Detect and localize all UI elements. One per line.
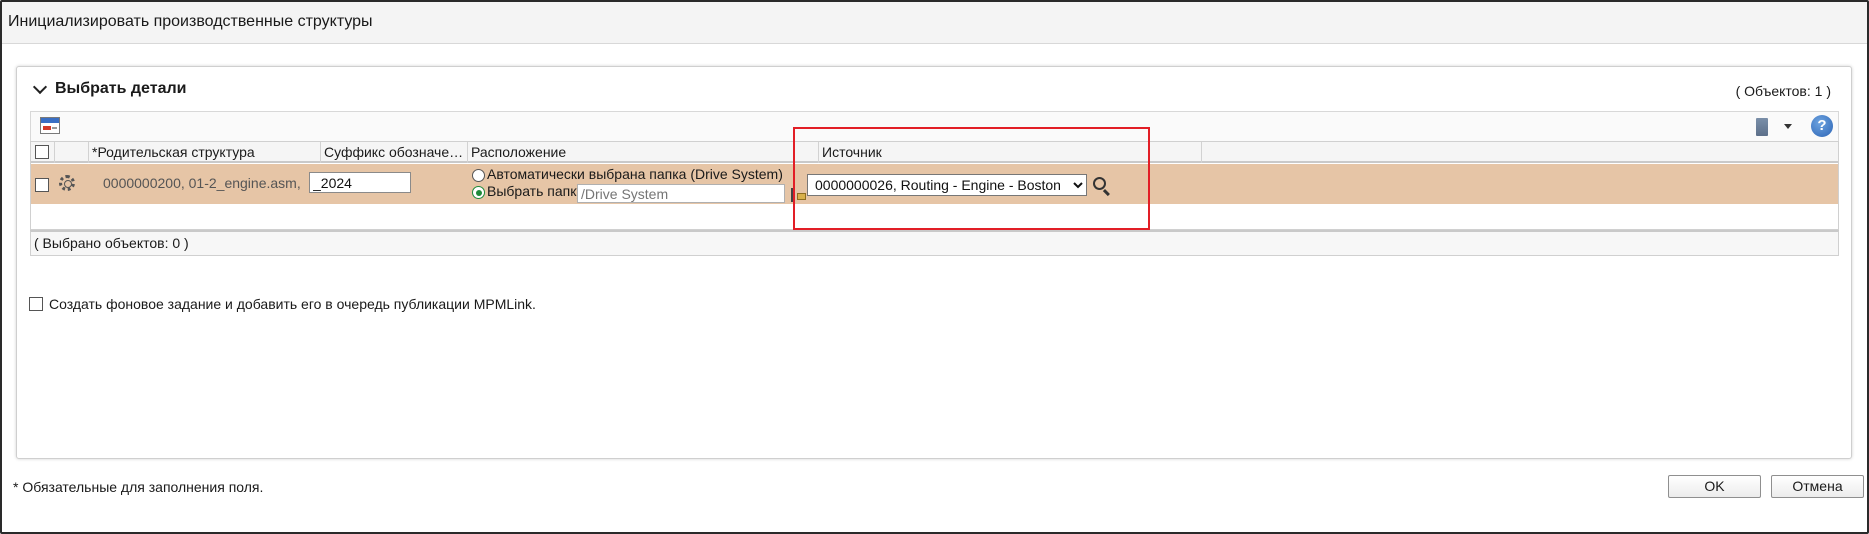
chevron-down-icon[interactable] xyxy=(1784,124,1792,129)
source-select[interactable]: 0000000026, Routing - Engine - Boston xyxy=(807,174,1087,196)
panel-title: Выбрать детали xyxy=(55,80,187,97)
radio-choose-folder-label[interactable]: Выбрать папку xyxy=(487,183,584,199)
background-job-checkbox[interactable] xyxy=(29,297,43,311)
panel-header[interactable]: Выбрать детали xyxy=(32,79,187,98)
selected-count: ( Выбрано объектов: 0 ) xyxy=(34,235,189,251)
ok-button[interactable]: OK xyxy=(1668,475,1761,498)
suffix-input[interactable] xyxy=(309,172,411,193)
table-header: *Родительская структура Суффикс обозначе… xyxy=(31,141,1838,163)
radio-auto-folder[interactable] xyxy=(472,169,485,182)
radio-choose-folder[interactable] xyxy=(472,186,485,199)
help-icon[interactable]: ? xyxy=(1811,115,1833,137)
table-footer: ( Выбрано объектов: 0 ) xyxy=(30,230,1839,256)
select-details-panel: Выбрать детали ( Объектов: 1 ) ? *Родите… xyxy=(16,66,1852,459)
object-count: ( Объектов: 1 ) xyxy=(1735,83,1831,99)
column-splitter[interactable] xyxy=(791,188,793,202)
column-header-source[interactable]: Источник xyxy=(819,142,1202,163)
header-select-all-cell xyxy=(31,142,55,163)
dialog-title-bar: Инициализировать производственные структ… xyxy=(2,2,1867,44)
table-view-icon[interactable] xyxy=(40,117,60,134)
select-all-checkbox[interactable] xyxy=(35,145,49,159)
calculator-icon[interactable] xyxy=(1756,118,1768,136)
folder-icon[interactable] xyxy=(797,193,806,200)
dialog-title: Инициализировать производственные структ… xyxy=(8,13,373,30)
background-job-label[interactable]: Создать фоновое задание и добавить его в… xyxy=(49,296,536,312)
column-header-location[interactable]: Расположение xyxy=(468,142,819,163)
cancel-button[interactable]: Отмена xyxy=(1771,475,1864,498)
row-checkbox[interactable] xyxy=(35,178,49,192)
header-icon-cell xyxy=(55,142,89,163)
table-row[interactable]: 0000000200, 01-2_engine.asm, Автоматичес… xyxy=(31,164,1838,204)
radio-auto-folder-label[interactable]: Автоматически выбрана папка (Drive Syste… xyxy=(487,166,783,182)
parent-structure-value: 0000000200, 01-2_engine.asm, xyxy=(103,175,301,191)
column-header-suffix[interactable]: Суффикс обозначе… xyxy=(321,142,468,163)
search-icon[interactable] xyxy=(1093,177,1106,190)
table-toolbar: ? xyxy=(30,111,1839,141)
gear-icon xyxy=(59,175,75,191)
column-header-parent[interactable]: *Родительская структура xyxy=(89,142,321,163)
folder-input[interactable] xyxy=(577,184,785,203)
required-fields-note: * Обязательные для заполнения поля. xyxy=(13,479,264,495)
chevron-down-icon[interactable] xyxy=(32,79,48,95)
details-table: *Родительская структура Суффикс обозначе… xyxy=(30,141,1839,230)
